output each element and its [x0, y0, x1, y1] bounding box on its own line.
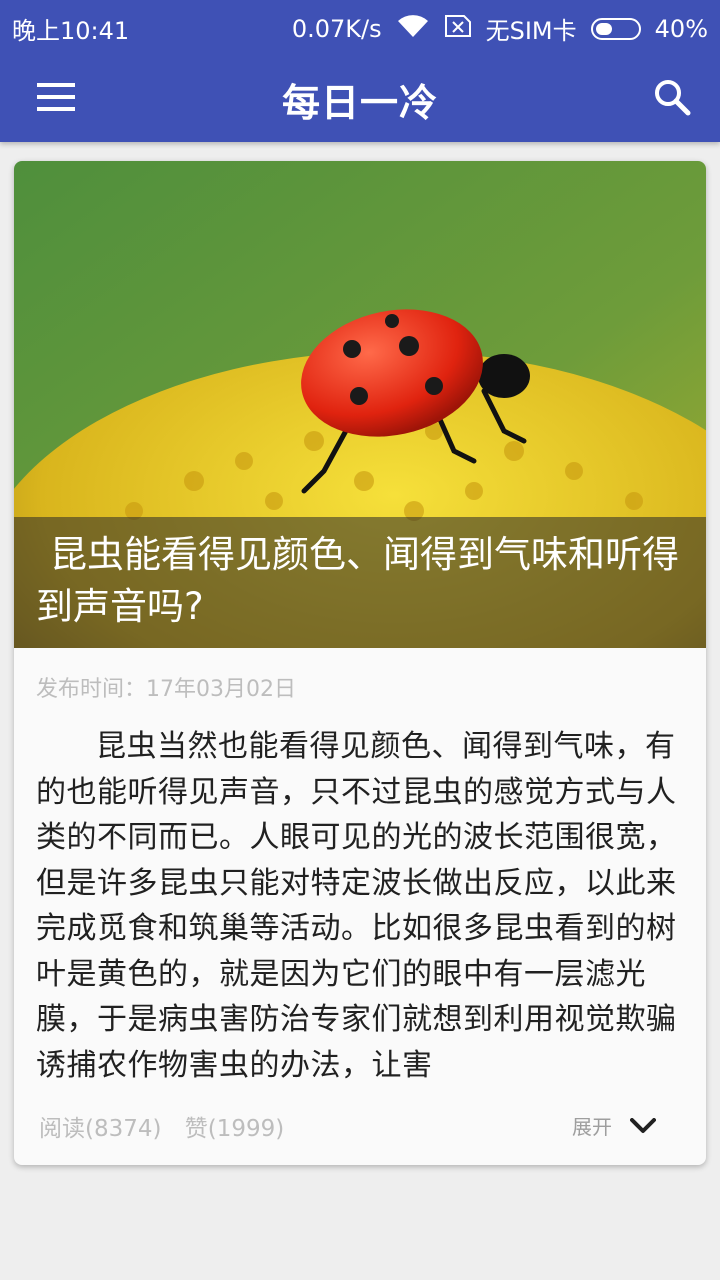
no-sim-icon: [444, 14, 472, 44]
network-speed: 0.07K/s: [291, 14, 382, 43]
search-icon: [655, 80, 691, 116]
publish-time: 发布时间：17年03月02日: [36, 677, 296, 702]
page-title: 每日一冷: [281, 81, 438, 125]
wifi-icon: [396, 13, 430, 45]
search-button[interactable]: [642, 68, 702, 126]
battery-icon: [590, 17, 641, 40]
like-count[interactable]: 赞(1999): [185, 1116, 284, 1142]
app-screen: 晚上10:41 0.07K/s 无SIM卡 40% 每日一冷 昆虫能看得见颜色、…: [0, 0, 720, 1280]
article-title[interactable]: 昆虫能看得见颜色、闻得到气味和听得到声音吗?: [36, 529, 686, 633]
status-bar: 晚上10:41 0.07K/s 无SIM卡 40%: [0, 0, 720, 52]
app-bar: 晚上10:41 0.07K/s 无SIM卡 40% 每日一冷: [0, 0, 720, 142]
battery-fill: [595, 22, 612, 35]
status-time: 晚上10:41: [12, 17, 130, 45]
article-body: 昆虫当然也能看得见颜色、闻得到气味，有的也能听得见声音，只不过昆虫的感觉方式与人…: [36, 729, 677, 1083]
battery-percent: 40%: [654, 14, 708, 43]
article-stats: 阅读(8374) 赞(1999): [39, 1109, 300, 1143]
article-title-overlay: 昆虫能看得见颜色、闻得到气味和听得到声音吗?: [14, 517, 706, 648]
article-card[interactable]: 昆虫能看得见颜色、闻得到气味和听得到声音吗? 发布时间：17年03月02日 昆虫…: [14, 161, 706, 1165]
chevron-down-icon: [630, 1117, 656, 1133]
expand-label: 展开: [572, 1115, 612, 1139]
toolbar: 每日一冷: [0, 52, 720, 142]
read-count: 阅读(8374): [39, 1116, 162, 1142]
article-image[interactable]: 昆虫能看得见颜色、闻得到气味和听得到声音吗?: [14, 161, 706, 648]
sim-status-text: 无SIM卡: [485, 17, 577, 45]
status-indicators: 0.07K/s 无SIM卡 40%: [292, 11, 708, 46]
expand-button[interactable]: 展开: [572, 1111, 656, 1140]
